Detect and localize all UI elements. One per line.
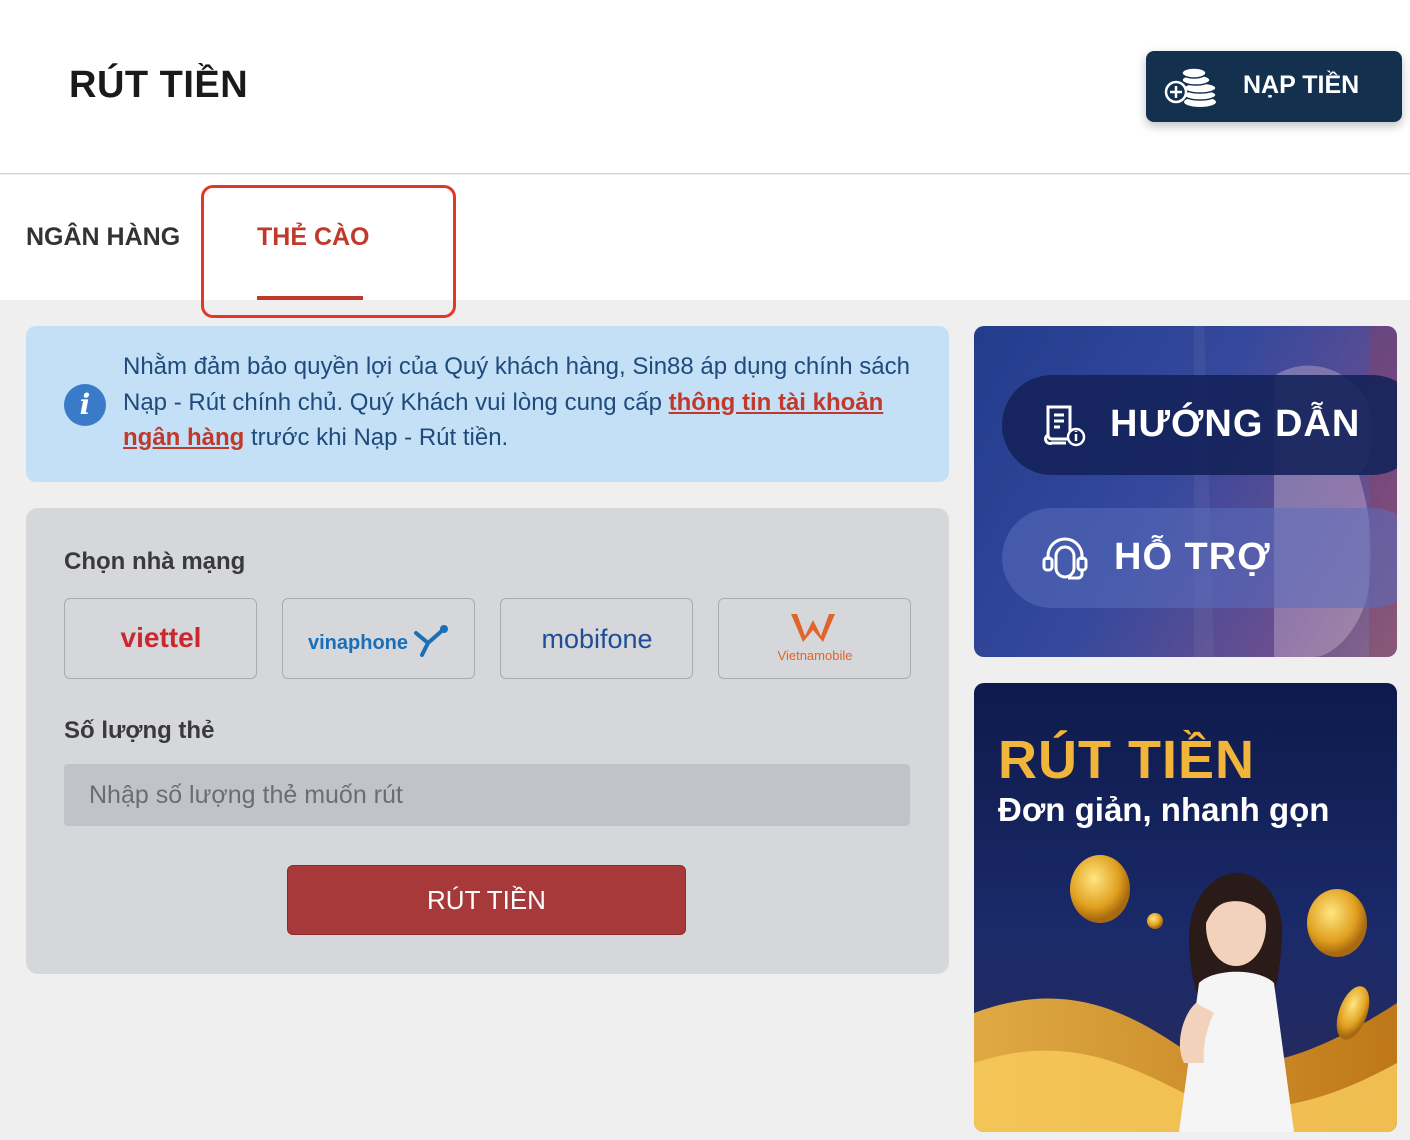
info-icon: i (64, 384, 106, 426)
notice-text-after: trước khi Nạp - Rút tiền. (244, 424, 509, 451)
viettel-logo: viettel (120, 622, 201, 653)
promo-subtitle: Đơn giản, nhanh gọn (998, 791, 1330, 828)
withdraw-submit-button[interactable]: RÚT TIỀN (287, 865, 686, 935)
scratch-card-form: Chọn nhà mạng viettel vinaphone mobifone… (26, 508, 949, 974)
quantity-input[interactable] (64, 764, 910, 826)
headset-icon (1042, 537, 1088, 580)
mobifone-logo-text: mobifone (541, 624, 652, 654)
quantity-label: Số lượng thẻ (64, 717, 215, 744)
vinaphone-logo-text: vinaphone (308, 632, 408, 654)
page-header: RÚT TIỀN NẠP TIỀN (0, 0, 1410, 174)
vietnamobile-logo-text: Vietnamobile (777, 648, 852, 663)
guide-label: HƯỚNG DẪN (1110, 403, 1361, 445)
carrier-vietnamobile[interactable]: Vietnamobile (718, 598, 911, 679)
promo-title: RÚT TIỀN (998, 730, 1255, 790)
tab-bank[interactable]: NGÂN HÀNG (26, 223, 180, 252)
notice-text: Nhằm đảm bảo quyền lợi của Quý khách hàn… (123, 349, 913, 456)
help-panel: HƯỚNG DẪN HỖ TRỢ (974, 326, 1397, 657)
support-label: HỖ TRỢ (1114, 536, 1271, 578)
carrier-vinaphone[interactable]: vinaphone (282, 598, 475, 679)
deposit-button-label: NẠP TIỀN (1243, 71, 1360, 99)
tab-scratch-card[interactable]: THẺ CÀO (257, 223, 370, 252)
active-tab-indicator (257, 296, 363, 300)
vietnamobile-logo: Vietnamobile (777, 613, 852, 663)
guide-book-icon (1044, 405, 1086, 447)
withdraw-promo-banner[interactable]: RÚT TIỀN Đơn giản, nhanh gọn (974, 683, 1397, 1132)
viettel-logo-text: viettel (120, 622, 201, 653)
carrier-viettel[interactable]: viettel (64, 598, 257, 679)
withdraw-tabs: NGÂN HÀNG THẺ CÀO (0, 175, 1410, 300)
carrier-mobifone[interactable]: mobifone (500, 598, 693, 679)
coins-add-icon (1164, 67, 1217, 107)
carrier-label: Chọn nhà mạng (64, 548, 246, 575)
support-button[interactable]: HỖ TRỢ (1002, 508, 1397, 608)
guide-button[interactable]: HƯỚNG DẪN (1002, 375, 1397, 475)
deposit-button[interactable]: NẠP TIỀN (1146, 51, 1402, 122)
page-title: RÚT TIỀN (69, 64, 249, 106)
vinaphone-logo: vinaphone (308, 624, 448, 657)
mobifone-logo: mobifone (541, 624, 652, 654)
account-notice: i Nhằm đảm bảo quyền lợi của Quý khách h… (26, 326, 949, 482)
